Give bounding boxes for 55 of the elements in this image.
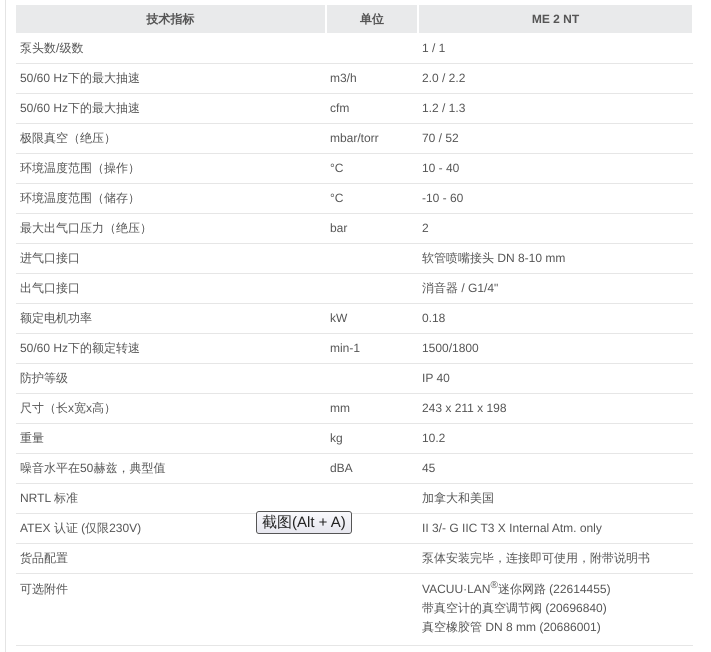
- table-cell: NRTL 标准: [20, 491, 78, 505]
- table-cell: 最大出气口压力（绝压）: [20, 221, 152, 235]
- table-cell: 1.2 / 1.3: [422, 101, 466, 115]
- table-cell: bar: [330, 221, 348, 235]
- table-cell: 70 / 52: [422, 131, 459, 145]
- table-cell: mm: [330, 401, 350, 415]
- table-cell: IP 40: [422, 371, 450, 385]
- table-cell: 额定电机功率: [20, 311, 92, 325]
- table-cell: 10.2: [422, 431, 446, 445]
- table-cell: m3/h: [330, 71, 357, 85]
- table-cell: 50/60 Hz下的额定转速: [20, 341, 140, 355]
- table-cell: 进气口接口: [20, 251, 80, 265]
- table-cell: 出气口接口: [20, 281, 80, 295]
- table-cell: 真空橡胶管 DN 8 mm (20686001): [422, 620, 601, 634]
- table-cell: 45: [422, 461, 436, 475]
- table-cell: 重量: [20, 431, 44, 445]
- table-cell: 软管喷嘴接头 DN 8-10 mm: [422, 251, 566, 265]
- table-cell: 极限真空（绝压）: [20, 131, 116, 145]
- table-cell: °C: [330, 191, 344, 205]
- column-header: ME 2 NT: [418, 5, 693, 33]
- table-cell: -10 - 60: [422, 191, 464, 205]
- table-cell: dBA: [330, 461, 353, 475]
- table-cell: 2: [422, 221, 429, 235]
- table-cell: °C: [330, 161, 344, 175]
- table-cell: 消音器 / G1/4": [422, 281, 498, 295]
- table-cell: 50/60 Hz下的最大抽速: [20, 101, 140, 115]
- table-cell: kW: [330, 311, 348, 325]
- table-cell: kg: [330, 431, 343, 445]
- table-cell: 环境温度范围（储存）: [20, 191, 140, 205]
- table-cell: mbar/torr: [330, 131, 379, 145]
- column-header: 技术指标: [16, 5, 326, 33]
- table-cell: 0.18: [422, 311, 446, 325]
- tooltip: 截图(Alt + A): [256, 511, 352, 534]
- table-cell: 50/60 Hz下的最大抽速: [20, 71, 140, 85]
- table-cell: 泵头数/级数: [20, 40, 84, 55]
- table-cell: ATEX 认证 (仅限230V): [20, 521, 142, 535]
- table-cell: 噪音水平在50赫兹，典型值: [20, 461, 166, 475]
- table-cell: 货品配置: [20, 551, 68, 565]
- table-cell: 加拿大和美国: [422, 491, 494, 505]
- table-cell: 泵体安装完毕，连接即可使用，附带说明书: [422, 551, 650, 565]
- table-cell: 环境温度范围（操作）: [20, 161, 140, 175]
- table-cell: 243 x 211 x 198: [422, 401, 507, 415]
- table-cell: 带真空计的真空调节阀 (20696840): [422, 600, 607, 614]
- column-header: 单位: [326, 5, 418, 33]
- table-cell: 可选附件: [20, 582, 68, 596]
- table-cell: min-1: [330, 341, 360, 355]
- table-cell: VACUU·LAN$^{®}$迷你网路 (22614455): [422, 582, 611, 596]
- table-cell: 1 / 1: [422, 40, 446, 55]
- table-cell: 防护等级: [20, 371, 68, 385]
- table-cell: 尺寸（长x宽x高）: [20, 401, 116, 415]
- table-cell: 1500/1800: [422, 341, 479, 355]
- table-cell: cfm: [330, 101, 350, 115]
- table-cell: 2.0 / 2.2: [422, 71, 466, 85]
- table-cell: 10 - 40: [422, 161, 460, 175]
- table-cell: II 3/- G IIC T3 X Internal Atm. only: [422, 521, 602, 535]
